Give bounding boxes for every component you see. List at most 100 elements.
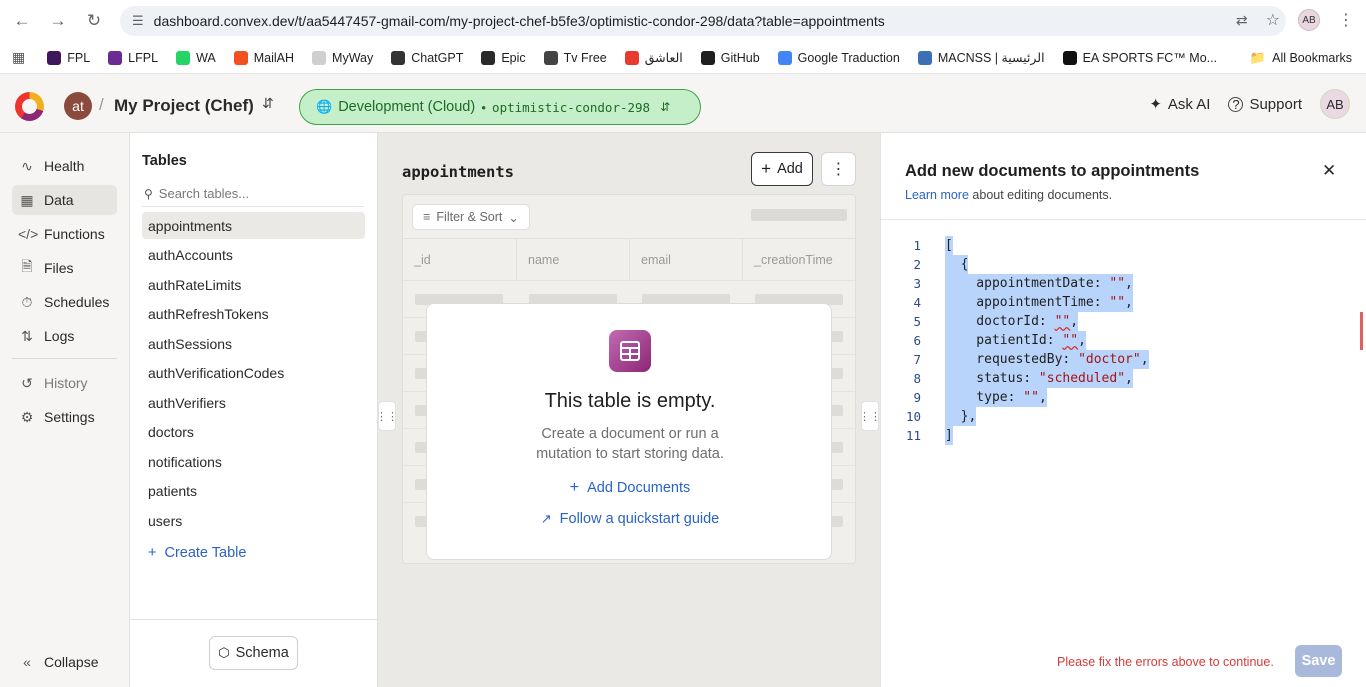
- double-chevron-left-icon: «: [23, 654, 31, 670]
- bookmark-item[interactable]: LFPL: [108, 50, 158, 65]
- nav-divider: [12, 358, 117, 359]
- empty-state-title: This table is empty.: [544, 390, 716, 412]
- table-search[interactable]: ⚲ Search tables...: [142, 181, 364, 207]
- create-table-button[interactable]: + Create Table: [148, 545, 246, 561]
- convex-logo[interactable]: [15, 92, 44, 121]
- support-button[interactable]: ? Support: [1228, 96, 1302, 113]
- reload-icon[interactable]: ↻: [83, 10, 105, 32]
- more-options-icon[interactable]: ⋮: [821, 152, 856, 186]
- site-info-icon[interactable]: ☰: [132, 13, 144, 29]
- table-item-authSessions[interactable]: authSessions: [142, 330, 365, 357]
- column-header[interactable]: name: [517, 238, 630, 280]
- search-input[interactable]: Search tables...: [159, 186, 249, 201]
- table-item-patients[interactable]: patients: [142, 478, 365, 505]
- add-documents-panel: Add new documents to appointments Learn …: [880, 133, 1366, 687]
- menu-icon[interactable]: ⋮: [1338, 10, 1354, 30]
- empty-state-card: This table is empty. Create a document o…: [426, 303, 832, 560]
- apps-icon[interactable]: ▦: [12, 49, 25, 66]
- bookmark-icon: [47, 50, 62, 65]
- bookmark-icon: [108, 50, 123, 65]
- drag-handle-icon[interactable]: ⋮⋮: [859, 401, 881, 431]
- sidebar: ∿ Health ▦ Data </> Functions 🗎 Files ⏱ …: [0, 133, 130, 687]
- stopwatch-icon: ⏱: [21, 293, 33, 310]
- table-item-doctors[interactable]: doctors: [142, 419, 365, 446]
- quickstart-link[interactable]: ↗ Follow a quickstart guide: [427, 511, 833, 527]
- bookmark-icon: [312, 50, 327, 65]
- nav-functions[interactable]: </> Functions: [12, 219, 117, 249]
- table-item-authVerifiers[interactable]: authVerifiers: [142, 389, 365, 416]
- deployment-selector[interactable]: 🌐 Development (Cloud) ● optimistic-condo…: [299, 89, 701, 125]
- table-item-authAccounts[interactable]: authAccounts: [142, 242, 365, 269]
- bookmark-item[interactable]: Google Traduction: [777, 50, 900, 65]
- url-text: dashboard.convex.dev/t/aa5447457-gmail-c…: [153, 13, 885, 29]
- bookmark-item[interactable]: ChatGPT: [391, 50, 463, 65]
- bookmark-item[interactable]: MyWay: [312, 50, 373, 65]
- profile-avatar[interactable]: AB: [1298, 9, 1320, 31]
- filter-icon: ≡: [423, 210, 431, 224]
- translate-icon[interactable]: ⇄: [1236, 12, 1248, 29]
- add-button[interactable]: + Add: [751, 152, 813, 186]
- back-icon[interactable]: ←: [11, 10, 33, 32]
- code-line: 10 },: [905, 407, 977, 426]
- ask-ai-button[interactable]: ✦ Ask AI: [1149, 95, 1210, 114]
- nav-health[interactable]: ∿ Health: [12, 151, 117, 181]
- nav-data[interactable]: ▦ Data: [12, 185, 117, 215]
- column-header[interactable]: email: [630, 238, 743, 280]
- chevron-up-down-icon[interactable]: ⇵: [262, 95, 274, 112]
- add-documents-link[interactable]: + Add Documents: [427, 479, 833, 497]
- nav-history[interactable]: ↺ History: [12, 368, 117, 398]
- code-line: 8 status: "scheduled",: [913, 369, 1133, 388]
- table-item-authRateLimits[interactable]: authRateLimits: [142, 271, 365, 298]
- column-header[interactable]: _creationTime: [743, 238, 855, 280]
- bookmark-item[interactable]: FPL: [47, 50, 90, 65]
- loading-placeholder: [751, 209, 847, 221]
- bookmark-item[interactable]: GitHub: [700, 50, 760, 65]
- nav-settings[interactable]: ⚙ Settings: [12, 402, 117, 432]
- bookmark-item[interactable]: MACNSS | الرئيسية: [917, 50, 1045, 65]
- collapse-button[interactable]: « Collapse: [12, 647, 117, 677]
- bookmark-icon: [1062, 50, 1077, 65]
- table-item-appointments[interactable]: appointments: [142, 212, 365, 239]
- bookmark-item[interactable]: العاشق: [624, 50, 683, 65]
- star-icon[interactable]: ☆: [1266, 10, 1280, 30]
- user-avatar[interactable]: AB: [1320, 89, 1350, 119]
- plus-icon: +: [569, 479, 580, 496]
- chevron-down-icon: ⌄: [508, 210, 519, 225]
- forward-icon[interactable]: →: [47, 10, 69, 32]
- code-line: 7 requestedBy: "doctor",: [913, 350, 1149, 369]
- close-icon[interactable]: ✕: [1322, 161, 1336, 181]
- panel-divider: [881, 219, 1366, 220]
- column-header[interactable]: _id: [403, 238, 517, 280]
- nav-logs[interactable]: ⇅ Logs: [12, 321, 117, 351]
- learn-more-link[interactable]: Learn more: [905, 188, 969, 202]
- schema-button[interactable]: ⬡ Schema: [209, 636, 298, 670]
- table-item-authRefreshTokens[interactable]: authRefreshTokens: [142, 301, 365, 328]
- team-avatar[interactable]: at: [64, 92, 92, 120]
- bookmark-item[interactable]: WA: [176, 50, 216, 65]
- bookmark-item[interactable]: EA SPORTS FC™ Mo...: [1062, 50, 1217, 65]
- panel-subtitle: Learn more about editing documents.: [905, 188, 1113, 202]
- nav-files[interactable]: 🗎 Files: [12, 253, 117, 283]
- panel-title: Add new documents to appointments: [905, 162, 1200, 180]
- drag-handle-icon[interactable]: ⋮⋮: [376, 401, 398, 431]
- table-item-users[interactable]: users: [142, 507, 365, 534]
- code-editor[interactable]: 1[ 2 { 3 appointmentDate: "", 4 appointm…: [881, 236, 1366, 445]
- deployment-name: optimistic-condor-298: [492, 99, 651, 115]
- filter-sort-button[interactable]: ≡ Filter & Sort ⌄: [412, 204, 530, 230]
- all-bookmarks[interactable]: 📁 All Bookmarks: [1250, 50, 1352, 66]
- save-button[interactable]: Save: [1295, 645, 1342, 677]
- address-bar[interactable]: ☰ dashboard.convex.dev/t/aa5447457-gmail…: [120, 6, 1286, 36]
- nav-schedules[interactable]: ⏱ Schedules: [12, 287, 117, 317]
- table-icon: [609, 330, 651, 372]
- bookmark-item[interactable]: MailAH: [233, 50, 294, 65]
- project-name[interactable]: My Project (Chef): [114, 96, 254, 116]
- code-line: 11]: [905, 426, 953, 445]
- bookmark-item[interactable]: Tv Free: [543, 50, 607, 65]
- bookmark-icon: [481, 50, 496, 65]
- table-item-notifications[interactable]: notifications: [142, 448, 365, 475]
- table-item-authVerificationCodes[interactable]: authVerificationCodes: [142, 360, 365, 387]
- bookmark-item[interactable]: Epic: [481, 50, 526, 65]
- code-line: 3 appointmentDate: "",: [913, 274, 1133, 293]
- code-line: 1[: [913, 236, 953, 255]
- bookmarks-bar: ▦ FPL LFPL WA MailAH MyWay ChatGPT Epic Tv Free…: [0, 42, 1366, 74]
